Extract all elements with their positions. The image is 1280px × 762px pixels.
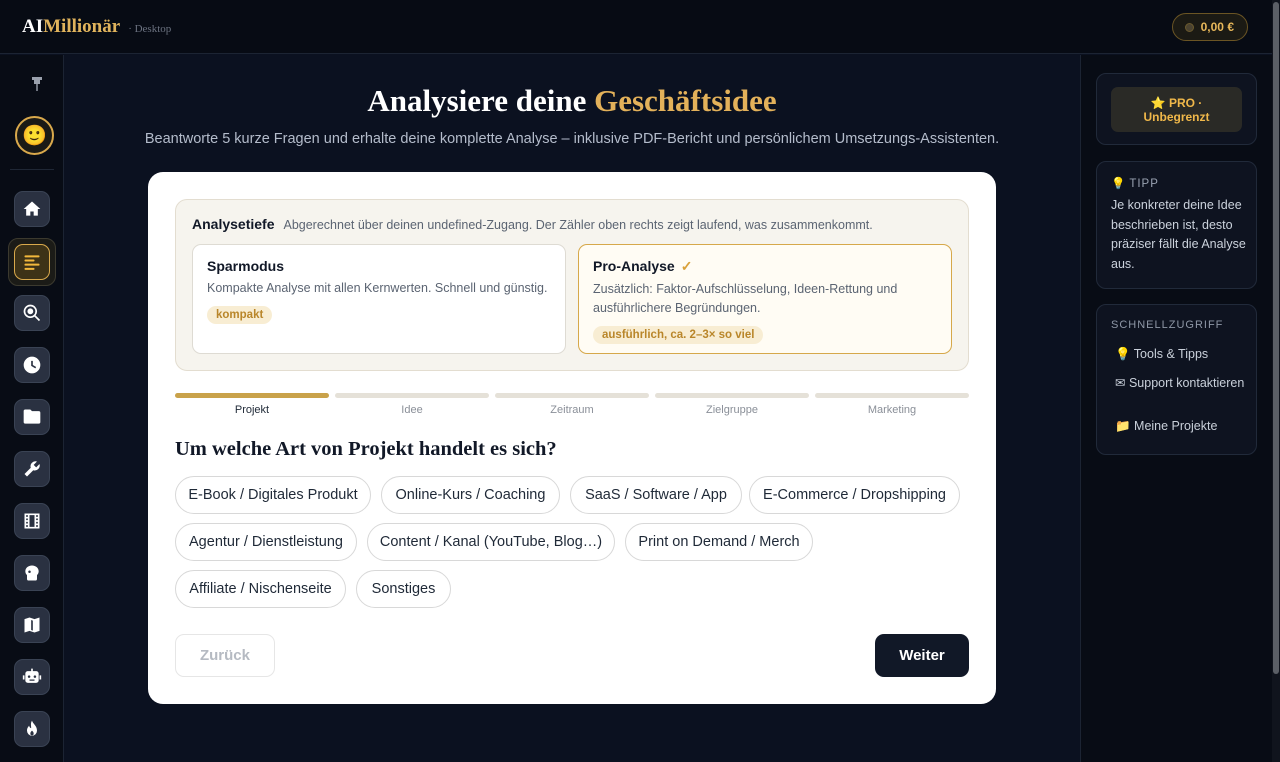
option-description: Zusätzlich: Faktor-Aufschlüsselung, Idee…: [593, 282, 898, 315]
flame-icon: [27, 720, 37, 736]
option-tag: ausführlich, ca. 2–3× so viel: [593, 326, 764, 344]
chip-ebook[interactable]: E-Book / Digitales Produkt: [175, 476, 371, 514]
chip-content-kanal[interactable]: Content / Kanal (YouTube, Blog…): [367, 523, 615, 561]
step-label: Idee: [401, 404, 423, 416]
pin-icon[interactable]: [26, 76, 48, 98]
pro-line-2: Unbegrenzt: [1143, 109, 1210, 124]
plan-box: ⭐ PRO · Unbegrenzt: [1096, 73, 1257, 145]
step-marketing: Marketing: [815, 393, 969, 416]
question-heading: Um welche Art von Projekt handelt es sic…: [175, 438, 557, 460]
option-title-row: Pro-Analyse ✓: [593, 258, 937, 275]
step-label: Zielgruppe: [706, 404, 758, 416]
magnifier-icon: [23, 304, 41, 322]
left-sidebar: 🙂: [0, 55, 64, 762]
page-title: Analysiere deine Geschäftsidee: [64, 83, 1080, 119]
pro-plan-badge[interactable]: ⭐ PRO · Unbegrenzt: [1111, 87, 1242, 132]
tip-box: 💡 TIPP Je konkreter deine Idee beschriebe…: [1096, 161, 1257, 289]
analysis-depth-panel: Analysetiefe Abgerechnet über deinen und…: [175, 199, 969, 371]
app-logo[interactable]: AIMillionär: [22, 16, 120, 38]
step-label: Marketing: [867, 404, 917, 416]
title-part-2: Geschäftsidee: [594, 83, 777, 118]
next-button[interactable]: Weiter: [875, 634, 969, 677]
option-sparmodus[interactable]: Sparmodus Kompakte Analyse mit allen Ker…: [192, 244, 566, 354]
page-scrollbar[interactable]: [1272, 0, 1280, 762]
quick-access-box: SCHNELLZUGRIFF 💡 Tools & Tipps ✉ Support…: [1096, 304, 1257, 455]
scrollbar-thumb[interactable]: [1273, 2, 1279, 674]
option-tag: kompakt: [207, 306, 273, 324]
quick-link-support[interactable]: ✉ Support kontaktieren: [1115, 376, 1245, 390]
title-part-1: Analysiere deine: [367, 83, 595, 118]
sidebar-item-media[interactable]: [14, 503, 50, 539]
wrench-icon: [24, 461, 40, 477]
chip-ecommerce[interactable]: E-Commerce / Dropshipping: [749, 476, 960, 514]
option-description: Kompakte Analyse mit allen Kernwerten. S…: [207, 281, 548, 295]
option-title: Sparmodus: [207, 258, 285, 274]
balance-counter[interactable]: 0,00 €: [1171, 13, 1248, 41]
lightbulb-icon: 💡: [1111, 178, 1126, 190]
folder-icon: [23, 409, 41, 424]
pro-line-1: ⭐ PRO ·: [1150, 95, 1203, 110]
tip-title: TIPP: [1129, 178, 1159, 190]
chip-print-on-demand[interactable]: Print on Demand / Merch: [625, 523, 813, 561]
sidebar-item-assistant[interactable]: [14, 659, 50, 695]
home-icon: [23, 201, 41, 216]
step-zeitraum: Zeitraum: [495, 393, 649, 416]
map-icon: [24, 617, 40, 633]
logo-subtitle: · Desktop: [128, 22, 172, 35]
sidebar-item-hot[interactable]: [14, 711, 50, 747]
step-idee: Idee: [335, 393, 489, 416]
sidebar-item-home[interactable]: [14, 191, 50, 227]
option-title: Pro-Analyse: [593, 258, 675, 274]
step-label: Zeitraum: [550, 404, 594, 416]
sidebar-divider: [10, 169, 54, 170]
depth-note: Abgerechnet über deinen undefined-Zugang…: [283, 218, 873, 232]
chip-sonstiges[interactable]: Sonstiges: [356, 570, 451, 608]
avatar-emoji: 🙂: [22, 125, 47, 147]
chip-online-kurs[interactable]: Online-Kurs / Coaching: [381, 476, 560, 514]
clock-icon: [23, 356, 41, 374]
tip-heading: 💡 TIPP: [1111, 176, 1159, 190]
quick-link-tools[interactable]: 💡 Tools & Tipps: [1115, 347, 1245, 361]
tip-text: Je konkreter deine Idee beschrieben ist,…: [1111, 198, 1246, 271]
list-icon: [24, 255, 40, 270]
sidebar-item-map[interactable]: [14, 607, 50, 643]
analysis-card: Analysetiefe Abgerechnet über deinen und…: [148, 172, 996, 704]
depth-title: Analysetiefe: [192, 216, 275, 232]
quick-link-projects[interactable]: 📁 Meine Projekte: [1115, 419, 1245, 433]
right-panel: ⭐ PRO · Unbegrenzt 💡 TIPP Je konkreter de…: [1080, 55, 1272, 762]
sidebar-item-history[interactable]: [14, 347, 50, 383]
brain-icon: [25, 565, 39, 581]
balance-value: 0,00 €: [1200, 20, 1234, 34]
robot-icon: [22, 668, 42, 683]
step-label: Projekt: [234, 404, 270, 416]
sidebar-item-tools[interactable]: [14, 451, 50, 487]
sidebar-item-analysis[interactable]: [8, 238, 56, 286]
main-content: Analysiere deine Geschäftsidee Beantwort…: [64, 55, 1080, 762]
step-zielgruppe: Zielgruppe: [655, 393, 809, 416]
sidebar-item-brain[interactable]: [14, 555, 50, 591]
check-icon: ✓: [680, 258, 693, 274]
logo-part-ai: AI: [22, 15, 44, 37]
step-projekt: Projekt: [175, 393, 329, 416]
avatar[interactable]: 🙂: [15, 116, 54, 155]
chip-saas[interactable]: SaaS / Software / App: [570, 476, 742, 514]
back-button[interactable]: Zurück: [175, 634, 275, 677]
quick-access-heading: SCHNELLZUGRIFF: [1111, 319, 1224, 331]
page-subtitle: Beantworte 5 kurze Fragen und erhalte de…: [144, 131, 1000, 147]
option-pro-analyse[interactable]: Pro-Analyse ✓ Zusätzlich: Faktor-Aufschlü…: [578, 244, 952, 354]
top-bar: AIMillionär · Desktop 0,00 €: [0, 0, 1272, 54]
sidebar-item-search[interactable]: [14, 295, 50, 331]
chip-agentur[interactable]: Agentur / Dienstleistung: [175, 523, 357, 561]
sidebar-item-projects[interactable]: [14, 399, 50, 435]
chip-affiliate[interactable]: Affiliate / Nischenseite: [175, 570, 346, 608]
coin-icon: [1184, 22, 1194, 32]
logo-part-millionaer: Millionär: [43, 15, 121, 37]
film-icon: [24, 513, 40, 529]
